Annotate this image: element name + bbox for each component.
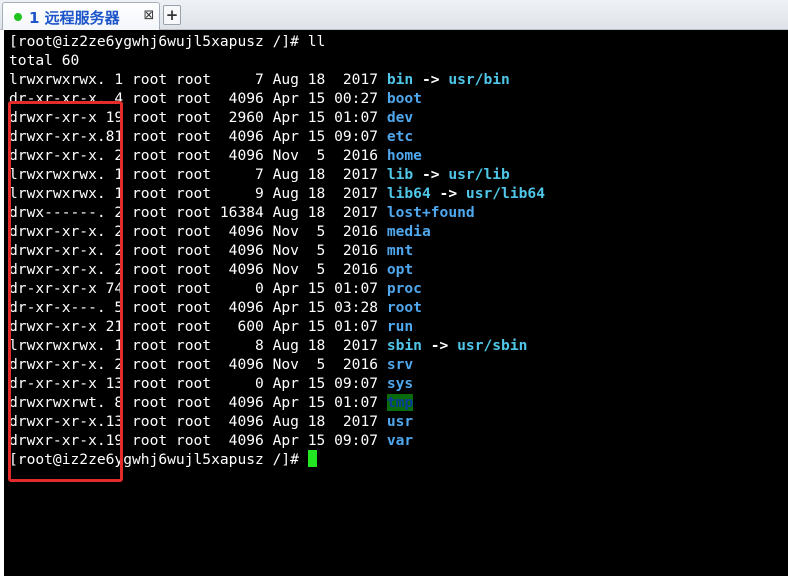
cursor xyxy=(307,450,317,467)
link-arrow: -> xyxy=(430,185,466,202)
file-name: proc xyxy=(386,280,422,297)
link-arrow: -> xyxy=(421,337,458,354)
file-name: lost+found xyxy=(386,204,475,221)
file-name: home xyxy=(386,147,422,164)
listing-meta: drwxr-xr-x. 2 root root 4096 Nov 5 2016 xyxy=(9,147,387,164)
file-name: srv xyxy=(386,356,414,373)
listing-row: drwxr-xr-x 19 root root 2960 Apr 15 01:0… xyxy=(9,108,413,127)
listing-meta: drwxr-xr-x.13 root root 4096 Aug 18 2017 xyxy=(9,413,387,430)
session-tab[interactable]: 1 远程服务器 ⊠ xyxy=(2,2,160,30)
listing-row: drwx------. 2 root root 16384 Aug 18 201… xyxy=(9,203,475,222)
listing-row: drwxr-xr-x. 2 root root 4096 Nov 5 2016 … xyxy=(9,222,431,241)
listing-meta: dr-xr-xr-x. 4 root root 4096 Apr 15 00:2… xyxy=(9,90,387,107)
listing-meta: lrwxrwxrwx. 1 root root 7 Aug 18 2017 xyxy=(9,71,387,88)
file-name: bin xyxy=(386,71,414,88)
listing-row: dr-xr-x---. 5 root root 4096 Apr 15 03:2… xyxy=(9,298,422,317)
listing-meta: drwxr-xr-x. 2 root root 4096 Nov 5 2016 xyxy=(9,356,387,373)
file-name: root xyxy=(386,299,422,316)
listing-meta: drwxr-xr-x 21 root root 600 Apr 15 01:07 xyxy=(9,318,387,335)
listing-meta: dr-xr-xr-x 74 root root 0 Apr 15 01:07 xyxy=(9,280,387,297)
listing-row: drwxr-xr-x. 2 root root 4096 Nov 5 2016 … xyxy=(9,146,422,165)
listing-meta: drwxrwxrwt. 8 root root 4096 Apr 15 01:0… xyxy=(9,394,387,411)
file-name: boot xyxy=(386,90,422,107)
listing-row: lrwxrwxrwx. 1 root root 8 Aug 18 2017 sb… xyxy=(9,336,527,355)
link-target: usr/lib64 xyxy=(465,185,545,202)
file-name: var xyxy=(386,432,414,449)
listing-meta: drwxr-xr-x 19 root root 2960 Apr 15 01:0… xyxy=(9,109,387,126)
listing-meta: lrwxrwxrwx. 1 root root 9 Aug 18 2017 xyxy=(9,185,387,202)
listing-meta: dr-xr-x---. 5 root root 4096 Apr 15 03:2… xyxy=(9,299,387,316)
listing-row: lrwxrwxrwx. 1 root root 7 Aug 18 2017 bi… xyxy=(9,70,510,89)
listing-row: drwxr-xr-x.19 root root 4096 Apr 15 09:0… xyxy=(9,431,413,450)
current-prompt-line: [root@iz2ze6ygwhj6wujl5xapusz /]# xyxy=(9,450,317,469)
file-name: usr xyxy=(386,413,414,430)
listing-meta: drwxr-xr-x.19 root root 4096 Apr 15 09:0… xyxy=(9,432,387,449)
file-name: sys xyxy=(386,375,414,392)
file-name: dev xyxy=(386,109,414,126)
file-name: lib xyxy=(386,166,414,183)
link-target: usr/sbin xyxy=(457,337,528,354)
file-name: sbin xyxy=(386,337,422,354)
listing-row: drwxr-xr-x 21 root root 600 Apr 15 01:07… xyxy=(9,317,413,336)
listing-meta: drwxr-xr-x. 2 root root 4096 Nov 5 2016 xyxy=(9,261,387,278)
terminal-output[interactable]: [root@iz2ze6ygwhj6wujl5xapusz /]# ll tot… xyxy=(4,30,788,576)
listing-meta: drwxr-xr-x. 2 root root 4096 Nov 5 2016 xyxy=(9,242,387,259)
link-target: usr/bin xyxy=(448,71,510,88)
prompt-text: [root@iz2ze6ygwhj6wujl5xapusz /]# xyxy=(9,451,308,468)
file-name: tmp xyxy=(386,394,414,411)
file-name: lib64 xyxy=(386,185,431,202)
listing-row: dr-xr-xr-x 13 root root 0 Apr 15 09:07 s… xyxy=(9,374,413,393)
listing-meta: drwxr-xr-x. 2 root root 4096 Nov 5 2016 xyxy=(9,223,387,240)
listing-row: drwxr-xr-x. 2 root root 4096 Nov 5 2016 … xyxy=(9,355,413,374)
connected-status-icon xyxy=(14,13,22,21)
link-arrow: -> xyxy=(413,166,449,183)
file-name: run xyxy=(386,318,414,335)
listing-row: drwxr-xr-x. 2 root root 4096 Nov 5 2016 … xyxy=(9,241,413,260)
file-name: etc xyxy=(386,128,414,145)
file-name: mnt xyxy=(386,242,414,259)
listing-row: drwxr-xr-x.13 root root 4096 Aug 18 2017… xyxy=(9,412,413,431)
listing-row: drwxrwxrwt. 8 root root 4096 Apr 15 01:0… xyxy=(9,393,414,412)
session-tab-label: 1 远程服务器 xyxy=(29,9,120,27)
listing-meta: drwxr-xr-x.81 root root 4096 Apr 15 09:0… xyxy=(9,128,387,145)
file-name: media xyxy=(386,223,431,240)
listing-row: dr-xr-xr-x 74 root root 0 Apr 15 01:07 p… xyxy=(9,279,422,298)
command-prompt-line: [root@iz2ze6ygwhj6wujl5xapusz /]# ll xyxy=(9,33,326,50)
file-name: opt xyxy=(386,261,414,278)
listing-row: dr-xr-xr-x. 4 root root 4096 Apr 15 00:2… xyxy=(9,89,422,108)
listing-meta: lrwxrwxrwx. 1 root root 8 Aug 18 2017 xyxy=(9,337,387,354)
listing-row: drwxr-xr-x.81 root root 4096 Apr 15 09:0… xyxy=(9,127,413,146)
new-tab-button[interactable]: + xyxy=(163,5,181,25)
tab-bar: 1 远程服务器 ⊠ + xyxy=(0,0,788,30)
listing-meta: dr-xr-xr-x 13 root root 0 Apr 15 09:07 xyxy=(9,375,387,392)
total-line: total 60 xyxy=(9,52,80,69)
listing-meta: drwx------. 2 root root 16384 Aug 18 201… xyxy=(9,204,387,221)
link-target: usr/lib xyxy=(448,166,510,183)
link-arrow: -> xyxy=(413,71,449,88)
listing-row: lrwxrwxrwx. 1 root root 9 Aug 18 2017 li… xyxy=(9,184,545,203)
listing-row: lrwxrwxrwx. 1 root root 7 Aug 18 2017 li… xyxy=(9,165,510,184)
listing-row: drwxr-xr-x. 2 root root 4096 Nov 5 2016 … xyxy=(9,260,413,279)
listing-meta: lrwxrwxrwx. 1 root root 7 Aug 18 2017 xyxy=(9,166,387,183)
close-tab-icon[interactable]: ⊠ xyxy=(141,7,157,25)
